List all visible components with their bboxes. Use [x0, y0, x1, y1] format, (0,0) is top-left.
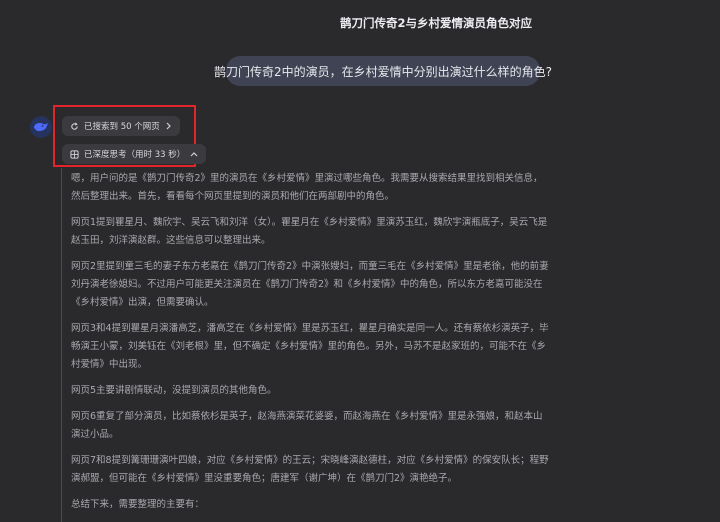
thinking-paragraph: 总结下来，需要整理的主要有： [71, 499, 205, 510]
thinking-paragraph: 网页1提到瞿星月、魏欣宇、吴云飞和刘洋（女）。瞿星月在《乡村爱情》里演苏玉红，魏… [71, 217, 548, 246]
search-refresh-icon [71, 122, 78, 130]
thinking-paragraph: 网页3和4提到瞿星月演潘高芝，潘高芝在《乡村爱情》里是苏玉红，瞿星月确实是同一人… [71, 323, 549, 370]
thinking-paragraph: 网页2里提到童三毛的妻子东方老嘉在《鹊刀门传奇2》中演张嫂妇，而童三毛在《乡村爱… [71, 261, 549, 308]
user-message-bubble: 鹊刀门传奇2中的演员，在乡村爱情中分别出演过什么样的角色? [214, 56, 552, 86]
chevron-right-icon [166, 122, 171, 130]
chevron-up-icon [190, 151, 198, 156]
thinking-content: 嗯，用户问的是《鹊刀门传奇2》里的演员在《乡村爱情》里演过哪些角色。我需要从搜索… [61, 168, 551, 522]
search-results-label: 已搜索到 50 个网页 [84, 122, 160, 132]
thinking-paragraph: 网页7和8提到篝珊珊演叶四娘，对应《乡村爱情》的王云；宋晓峰演赵德柱，对应《乡村… [71, 455, 549, 484]
thinking-paragraph: 网页6重复了部分演员，比如蔡依杉是英子，赵海燕演菜花婆婆，而赵海燕在《乡村爱情》… [71, 411, 543, 440]
deepseek-whale-icon [34, 123, 48, 132]
think-grid-icon [70, 149, 79, 159]
user-message-text: 鹊刀门传奇2中的演员，在乡村爱情中分别出演过什么样的角色? [214, 64, 553, 79]
conversation-title: 鹊刀门传奇2与乡村爱情演员角色对应 [340, 16, 532, 30]
assistant-avatar [30, 116, 52, 138]
thinking-paragraph: 嗯，用户问的是《鹊刀门传奇2》里的演员在《乡村爱情》里演过哪些角色。我需要从搜索… [71, 173, 543, 202]
deep-thinking-label: 已深度思考（用时 33 秒） [84, 150, 186, 160]
thinking-paragraph: 网页5主要讲剧情联动，没提到演员的其他角色。 [71, 385, 277, 396]
search-results-chip[interactable]: 已搜索到 50 个网页 [62, 116, 180, 136]
deep-thinking-chip[interactable]: 已深度思考（用时 33 秒） [62, 144, 207, 164]
